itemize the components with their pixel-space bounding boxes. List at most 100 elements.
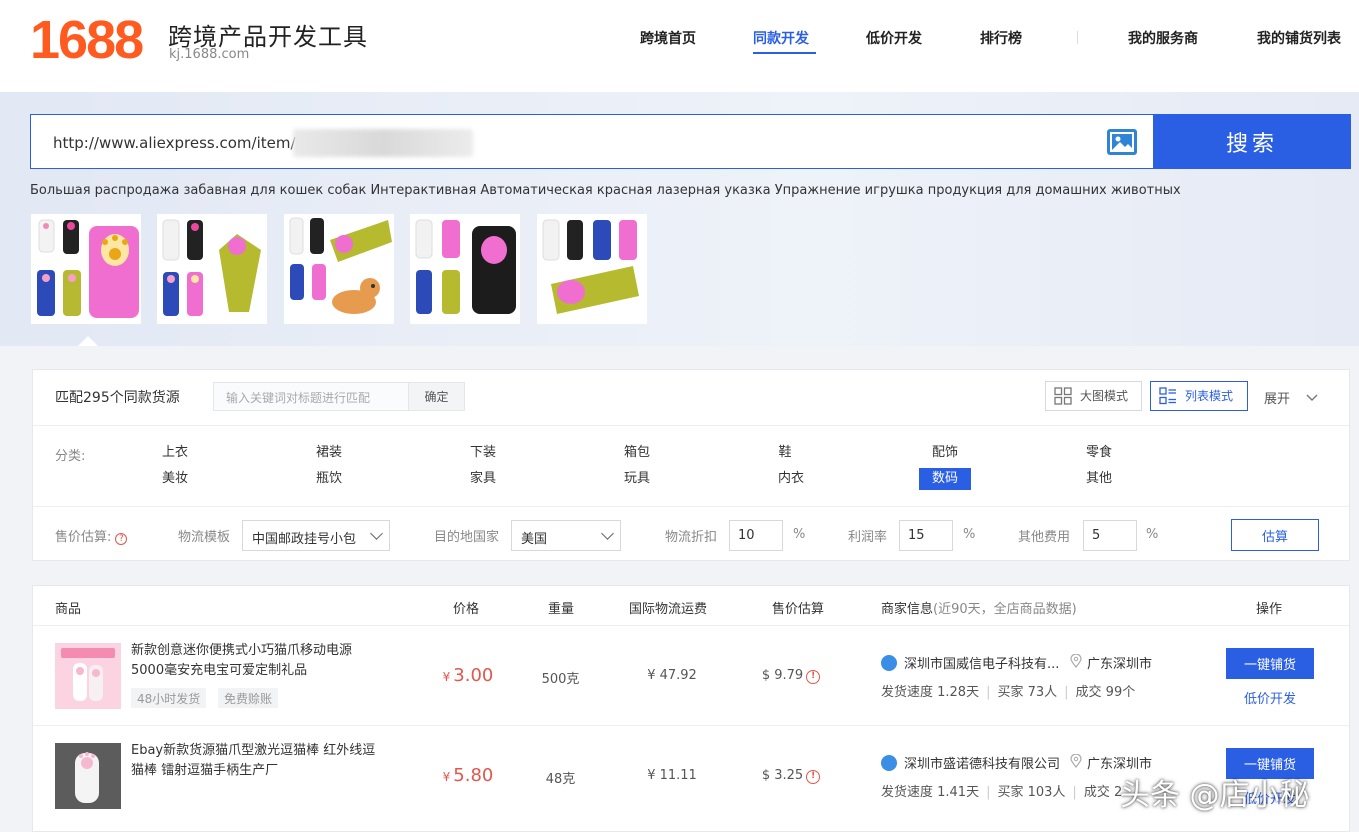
- grid-mode-button[interactable]: 大图模式: [1045, 381, 1142, 411]
- chevron-down-icon: [601, 527, 614, 540]
- category-toys[interactable]: 玩具: [607, 468, 667, 490]
- other-fee-input[interactable]: 5: [1083, 520, 1137, 551]
- destination-select[interactable]: 美国: [511, 520, 621, 551]
- price-estimate-text: 售价估算:: [55, 530, 112, 545]
- nav-ranking[interactable]: 排行榜: [980, 28, 1022, 48]
- discount-percent: %: [793, 527, 806, 542]
- profit-label: 利润率: [848, 530, 888, 545]
- chevron-down-icon: [370, 527, 383, 540]
- filter-panel: 匹配295个同款货源 输入关键词对标题进行匹配 确定 大图模式 列表模式 展开 …: [32, 369, 1350, 561]
- seller-stats: 发货速度 1.28天 | 买家 73人 | 成交 99个: [881, 685, 1136, 700]
- url-search-input[interactable]: http://www.aliexpress.com/item/: [30, 114, 1153, 169]
- search-input-value: http://www.aliexpress.com/item/: [53, 134, 296, 152]
- buyer-count: 买家 103人: [997, 785, 1066, 800]
- product-thumbnail-3[interactable]: [284, 214, 394, 324]
- destination-value: 美国: [521, 532, 548, 547]
- product-thumbnail-1[interactable]: [31, 214, 141, 324]
- category-digital[interactable]: 数码: [919, 468, 971, 490]
- chevron-down-icon: [1306, 394, 1318, 401]
- nav-same-product[interactable]: 同款开发: [753, 28, 809, 48]
- profit-percent: %: [963, 527, 976, 542]
- category-tops[interactable]: 上衣: [145, 442, 205, 464]
- logo-1688[interactable]: 1688: [30, 10, 144, 70]
- product-thumbnail-5[interactable]: [537, 214, 647, 324]
- location-pin-icon: [1070, 654, 1082, 668]
- one-click-list-button[interactable]: 一键铺货: [1226, 648, 1314, 679]
- estimate-button[interactable]: 估算: [1231, 519, 1319, 551]
- filter-divider-1: [33, 425, 1349, 426]
- discount-input[interactable]: 10: [729, 520, 783, 551]
- match-count: 匹配295个同款货源: [55, 390, 180, 406]
- product-image[interactable]: [55, 643, 121, 709]
- help-icon[interactable]: ?: [115, 533, 128, 545]
- product-image[interactable]: [55, 743, 121, 809]
- nav-low-price[interactable]: 低价开发: [866, 28, 922, 48]
- currency-symbol: ¥: [442, 770, 451, 784]
- nav-service-providers[interactable]: 我的服务商: [1128, 28, 1198, 48]
- price-estimate-label: 售价估算:?: [55, 526, 128, 545]
- profit-input[interactable]: 15: [899, 520, 953, 551]
- category-snacks[interactable]: 零食: [1069, 442, 1129, 464]
- product-thumbnail-2[interactable]: [157, 214, 267, 324]
- thumbnail-selected-caret: [78, 336, 98, 346]
- header-shipping: 国际物流运费: [629, 602, 708, 617]
- header-price: 价格: [453, 602, 480, 617]
- warning-icon[interactable]: !: [806, 770, 821, 784]
- header-seller: 商家信息(近90天，全店商品数据): [881, 598, 1077, 617]
- tag-free-credit: 免费赊账: [218, 688, 279, 708]
- grid-icon: [1054, 387, 1072, 405]
- logistics-template-label: 物流模板: [178, 530, 231, 545]
- seller-name[interactable]: 深圳市盛诺德科技有限公司: [904, 753, 1064, 772]
- product-price: ¥3.00: [433, 665, 503, 686]
- logistics-template-select[interactable]: 中国邮政挂号小包: [242, 520, 390, 551]
- search-button[interactable]: 搜索: [1153, 114, 1351, 169]
- product-title[interactable]: 新款创意迷你便携式小巧猫爪移动电源5000毫安充电宝可爱定制礼品: [131, 641, 376, 681]
- category-shoes[interactable]: 鞋: [755, 442, 815, 464]
- list-icon: [1159, 387, 1177, 405]
- product-thumbnail-4[interactable]: [410, 214, 520, 324]
- category-beauty[interactable]: 美妆: [145, 468, 205, 490]
- nav-my-listings[interactable]: 我的铺货列表: [1257, 28, 1341, 48]
- top-header: 1688 跨境产品开发工具 kj.1688.com 跨境首页 同款开发 低价开发…: [0, 0, 1359, 92]
- nav-divider: [1077, 31, 1078, 44]
- site-domain: kj.1688.com: [169, 47, 250, 62]
- keyword-match-input[interactable]: 输入关键词对标题进行匹配: [213, 382, 409, 411]
- category-other[interactable]: 其他: [1069, 468, 1129, 490]
- seller-badge-icon: [881, 655, 897, 671]
- header-weight: 重量: [548, 602, 575, 617]
- grid-mode-label: 大图模式: [1080, 389, 1129, 403]
- seller-name[interactable]: 深圳市国威信电子科技有...: [904, 653, 1064, 672]
- product-title[interactable]: Ebay新款货源猫爪型激光逗猫棒 红外线逗猫棒 镭射逗猫手柄生产厂: [131, 741, 376, 781]
- category-dresses[interactable]: 裙装: [299, 442, 359, 464]
- nav-home[interactable]: 跨境首页: [640, 28, 696, 48]
- currency-symbol: ¥: [442, 670, 451, 684]
- logistics-template-value: 中国邮政挂号小包: [252, 532, 357, 547]
- sell-value: $ 9.79: [761, 668, 804, 683]
- keyword-confirm-button[interactable]: 确定: [409, 382, 465, 411]
- list-mode-button[interactable]: 列表模式: [1150, 381, 1248, 411]
- category-bottoms[interactable]: 下装: [453, 442, 513, 464]
- header-product: 商品: [55, 602, 82, 617]
- category-furniture[interactable]: 家具: [453, 468, 513, 490]
- buyer-count: 买家 73人: [997, 685, 1058, 700]
- low-price-dev-link[interactable]: 低价开发: [1226, 688, 1314, 707]
- expand-toggle[interactable]: 展开: [1264, 388, 1318, 407]
- ship-speed: 发货速度 1.41天: [881, 785, 980, 800]
- product-price: ¥5.80: [433, 765, 503, 786]
- category-accessories[interactable]: 配饰: [915, 442, 975, 464]
- product-description: Большая распродажа забавная для кошек со…: [30, 183, 1181, 198]
- category-bags[interactable]: 箱包: [607, 442, 667, 464]
- other-fee-label: 其他费用: [1018, 530, 1071, 545]
- warning-icon[interactable]: !: [806, 670, 821, 684]
- category-drinks[interactable]: 瓶饮: [299, 468, 359, 490]
- ship-speed: 发货速度 1.28天: [881, 685, 980, 700]
- other-fee-percent: %: [1146, 527, 1159, 542]
- price-value: 5.80: [453, 765, 494, 786]
- shipping-cost: ¥ 47.92: [647, 668, 697, 683]
- deal-count: 成交 2: [1083, 785, 1123, 800]
- image-search-icon[interactable]: [1107, 129, 1137, 155]
- list-mode-label: 列表模式: [1185, 389, 1234, 403]
- category-underwear[interactable]: 内衣: [761, 468, 821, 490]
- product-weight: 500克: [541, 672, 580, 687]
- sell-estimate: $ 3.25!: [751, 768, 831, 784]
